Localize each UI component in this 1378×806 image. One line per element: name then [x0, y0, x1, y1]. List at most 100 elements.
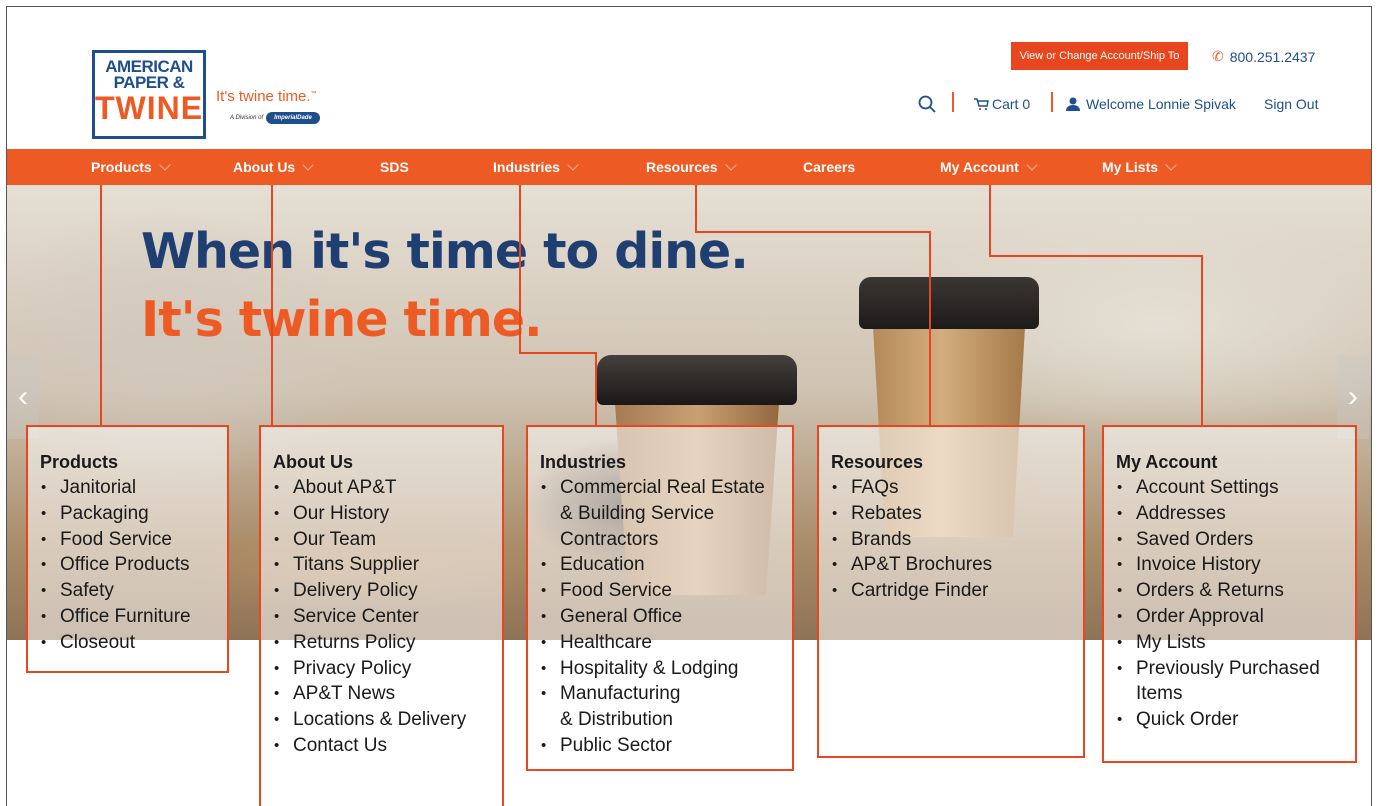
menu-item[interactable]: Our Team — [273, 527, 502, 553]
menu-item[interactable]: Locations & Delivery — [273, 707, 502, 733]
sign-out-link[interactable]: Sign Out — [1264, 94, 1318, 114]
division-note: A Division of ImperialDade — [230, 112, 320, 124]
menu-item[interactable]: Rebates — [831, 501, 1083, 527]
nav-resources[interactable]: Resources — [646, 149, 737, 185]
menu-item[interactable]: My Lists — [1116, 630, 1355, 656]
hero-headline: When it's time to dine. — [141, 223, 749, 280]
menu-item[interactable]: Commercial Real Estate & Building Servic… — [540, 475, 792, 552]
cart-link[interactable]: Cart 0 — [973, 94, 1030, 114]
callout-line — [1201, 255, 1203, 427]
callout-line — [695, 231, 931, 233]
menu-item[interactable]: Hospitality & Lodging — [540, 656, 792, 682]
menu-title: My Account — [1116, 452, 1218, 472]
menu-item[interactable]: AP&T News — [273, 681, 502, 707]
menu-item[interactable]: Healthcare — [540, 630, 792, 656]
products-menu: Products Janitorial Packaging Food Servi… — [26, 425, 229, 673]
menu-item[interactable]: Contact Us — [273, 733, 502, 759]
logo-line-2: PAPER & — [113, 73, 185, 92]
chevron-down-icon — [302, 159, 314, 171]
callout-line — [519, 185, 521, 353]
tagline: It's twine time.™ — [216, 88, 317, 105]
search-icon — [918, 95, 936, 113]
nav-about-label: About Us — [233, 159, 296, 175]
menu-item[interactable]: Food Service — [540, 578, 792, 604]
menu-item[interactable]: Office Products — [40, 552, 227, 578]
menu-item[interactable]: Quick Order — [1116, 707, 1355, 733]
search-button[interactable] — [918, 94, 936, 114]
phone-link[interactable]: ✆ 800.251.2437 — [1212, 48, 1315, 65]
callout-line — [989, 255, 1203, 257]
menu-item[interactable]: Account Settings — [1116, 475, 1355, 501]
menu-item[interactable]: Invoice History — [1116, 552, 1355, 578]
chevron-down-icon — [159, 159, 171, 171]
nav-sds-label: SDS — [380, 159, 409, 175]
welcome-text: Welcome Lonnie Spivak — [1086, 96, 1236, 112]
menu-item[interactable]: Closeout — [40, 630, 227, 656]
cart-icon — [974, 98, 989, 110]
account-welcome-link[interactable]: Welcome Lonnie Spivak — [1065, 94, 1236, 114]
menu-item[interactable]: Service Center — [273, 604, 502, 630]
menu-item[interactable]: About AP&T — [273, 475, 502, 501]
header-divider — [952, 92, 954, 112]
nav-my-account[interactable]: My Account — [940, 149, 1038, 185]
callout-line — [595, 352, 597, 427]
cart-label: Cart 0 — [992, 96, 1031, 112]
user-icon — [1066, 97, 1080, 111]
nav-sds[interactable]: SDS — [380, 149, 409, 185]
menu-item[interactable]: Manufacturing & Distribution — [540, 681, 792, 733]
menu-item[interactable]: Safety — [40, 578, 227, 604]
nav-about-us[interactable]: About Us — [233, 149, 314, 185]
menu-item[interactable]: Returns Policy — [273, 630, 502, 656]
chevron-down-icon — [1165, 159, 1177, 171]
phone-icon: ✆ — [1212, 48, 1224, 64]
menu-item[interactable]: Delivery Policy — [273, 578, 502, 604]
phone-number: 800.251.2437 — [1229, 48, 1316, 65]
menu-item[interactable]: Our History — [273, 501, 502, 527]
menu-item[interactable]: Office Furniture — [40, 604, 227, 630]
menu-item[interactable]: AP&T Brochures — [831, 552, 1083, 578]
nav-my-account-label: My Account — [940, 159, 1019, 175]
menu-item[interactable]: Public Sector — [540, 733, 792, 759]
menu-item[interactable]: FAQs — [831, 475, 1083, 501]
nav-my-lists-label: My Lists — [1102, 159, 1159, 175]
main-nav: Products About Us SDS Industries Resourc… — [7, 149, 1371, 185]
menu-item[interactable]: Packaging — [40, 501, 227, 527]
callout-line — [929, 231, 931, 427]
nav-industries-label: Industries — [493, 159, 560, 175]
nav-my-lists[interactable]: My Lists — [1102, 149, 1177, 185]
chevron-down-icon — [567, 159, 579, 171]
callout-line — [271, 185, 273, 427]
menu-item[interactable]: Janitorial — [40, 475, 227, 501]
change-account-button[interactable]: View or Change Account/Ship To — [1011, 42, 1188, 70]
menu-title: Products — [40, 452, 119, 472]
chevron-down-icon — [1026, 159, 1038, 171]
nav-industries[interactable]: Industries — [493, 149, 579, 185]
logo-line-3: TWINE — [95, 90, 204, 126]
resources-menu: Resources FAQs Rebates Brands AP&T Broch… — [817, 425, 1085, 758]
nav-products-label: Products — [91, 159, 152, 175]
callout-line — [519, 352, 597, 354]
menu-item[interactable]: Privacy Policy — [273, 656, 502, 682]
menu-item[interactable]: Education — [540, 552, 792, 578]
nav-careers-label: Careers — [803, 159, 856, 175]
nav-products[interactable]: Products — [91, 149, 171, 185]
my-account-menu: My Account Account Settings Addresses Sa… — [1102, 425, 1357, 763]
menu-item[interactable]: Order Approval — [1116, 604, 1355, 630]
menu-title: Industries — [540, 452, 627, 472]
menu-item[interactable]: General Office — [540, 604, 792, 630]
menu-item[interactable]: Food Service — [40, 527, 227, 553]
menu-item[interactable]: Cartridge Finder — [831, 578, 1083, 604]
menu-item[interactable]: Addresses — [1116, 501, 1355, 527]
chevron-down-icon — [724, 159, 737, 171]
callout-line — [695, 185, 697, 233]
menu-item[interactable]: Brands — [831, 527, 1083, 553]
menu-item[interactable]: Titans Supplier — [273, 552, 502, 578]
menu-item[interactable]: Previously Purchased Items — [1116, 656, 1355, 708]
callout-line — [100, 185, 102, 427]
menu-item[interactable]: Orders & Returns — [1116, 578, 1355, 604]
nav-careers[interactable]: Careers — [803, 149, 855, 185]
nav-resources-label: Resources — [646, 159, 718, 175]
company-logo[interactable]: AMERICAN PAPER & TWINE — [92, 50, 206, 139]
menu-item[interactable]: Saved Orders — [1116, 527, 1355, 553]
industries-menu: Industries Commercial Real Estate & Buil… — [526, 425, 794, 771]
